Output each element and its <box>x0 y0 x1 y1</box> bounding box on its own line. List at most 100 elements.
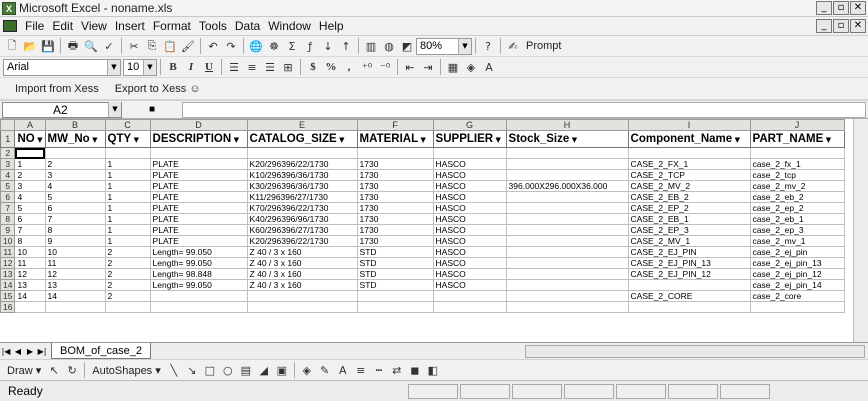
table-cell[interactable]: HASCO <box>432 279 507 291</box>
table-cell[interactable] <box>149 290 248 302</box>
help-icon[interactable]: ? <box>480 38 496 54</box>
table-cell[interactable]: STD <box>356 279 434 291</box>
table-cell[interactable]: CASE_2_EJ_PIN <box>627 246 751 258</box>
table-cell[interactable]: case_2_ej_pin_12 <box>749 268 845 280</box>
row-header[interactable]: 2 <box>0 147 16 159</box>
row-header[interactable]: 6 <box>0 191 16 203</box>
zoom-select[interactable]: 80% ▼ <box>416 37 472 55</box>
table-cell[interactable]: K40/296396/96/1730 <box>246 213 358 225</box>
table-cell[interactable]: CASE_2_EB_1 <box>627 213 751 225</box>
comma-button[interactable]: , <box>341 59 357 75</box>
arrow-icon[interactable]: ↘ <box>184 362 200 378</box>
table-cell[interactable] <box>749 301 845 313</box>
table-cell[interactable]: Z 40 / 3 x 160 <box>246 268 358 280</box>
table-cell[interactable]: PLATE <box>149 224 248 236</box>
table-cell[interactable]: HASCO <box>432 246 507 258</box>
minimize-button[interactable]: _ <box>816 1 832 15</box>
table-cell[interactable] <box>505 213 629 225</box>
row-header[interactable]: 9 <box>0 224 16 236</box>
table-cell[interactable] <box>432 301 507 313</box>
table-cell[interactable]: 7 <box>14 224 46 236</box>
import-from-xess-button[interactable]: Import from Xess <box>11 83 103 95</box>
column-header[interactable]: F <box>356 119 434 131</box>
table-cell[interactable]: 2 <box>104 290 151 302</box>
export-to-xess-button[interactable]: Export to Xess ☺ <box>111 83 205 95</box>
field-header-cell[interactable]: Component_Name ▼ <box>627 130 751 148</box>
table-cell[interactable] <box>104 301 151 313</box>
decrease-indent-icon[interactable]: ⇤ <box>402 59 418 75</box>
decrease-decimal-icon[interactable]: ⁻⁰ <box>377 59 393 75</box>
table-cell[interactable]: 1 <box>104 158 151 170</box>
table-cell[interactable] <box>246 147 358 159</box>
column-header[interactable]: A <box>14 119 46 131</box>
table-cell[interactable]: K11/296396/27/1730 <box>246 191 358 203</box>
column-header[interactable]: G <box>432 119 507 131</box>
table-cell[interactable]: 9 <box>44 235 106 247</box>
autofilter-dropdown-icon[interactable]: ▼ <box>90 136 97 144</box>
undo-icon[interactable]: ↶ <box>205 38 221 54</box>
column-header[interactable]: D <box>149 119 248 131</box>
table-cell[interactable]: 1 <box>104 235 151 247</box>
autofilter-dropdown-icon[interactable]: ▼ <box>418 136 426 144</box>
table-cell[interactable]: HASCO <box>432 191 507 203</box>
table-cell[interactable]: 1 <box>104 191 151 203</box>
dash-style-icon[interactable]: ┅ <box>371 362 387 378</box>
align-center-icon[interactable]: ≡ <box>244 59 260 75</box>
table-cell[interactable]: 12 <box>44 268 106 280</box>
line-style-icon[interactable]: ≡ <box>353 362 369 378</box>
table-cell[interactable]: CASE_2_EP_3 <box>627 224 751 236</box>
table-cell[interactable] <box>104 147 151 159</box>
merge-center-icon[interactable]: ⊞ <box>280 59 296 75</box>
table-cell[interactable]: HASCO <box>432 169 507 181</box>
table-cell[interactable] <box>505 257 629 269</box>
font-color-icon[interactable]: A <box>481 59 497 75</box>
table-cell[interactable]: 1730 <box>356 213 434 225</box>
new-icon[interactable]: 🗋 <box>4 38 20 54</box>
select-all-corner[interactable] <box>0 119 16 131</box>
table-cell[interactable]: HASCO <box>432 235 507 247</box>
drawing-icon[interactable]: ◩ <box>399 38 415 54</box>
web-icon[interactable]: ☸ <box>266 38 282 54</box>
function-icon[interactable]: ƒ <box>302 38 318 54</box>
row-header[interactable]: 13 <box>0 268 16 280</box>
row-header[interactable]: 4 <box>0 169 16 181</box>
table-cell[interactable]: 1 <box>104 169 151 181</box>
table-cell[interactable]: 11 <box>44 257 106 269</box>
field-header-cell[interactable]: CATALOG_SIZE ▼ <box>246 130 358 148</box>
table-cell[interactable]: 1730 <box>356 191 434 203</box>
font-color-icon[interactable]: A <box>335 362 351 378</box>
table-cell[interactable] <box>505 191 629 203</box>
doc-minimize-button[interactable]: _ <box>816 19 832 33</box>
autofilter-dropdown-icon[interactable]: ▼ <box>823 136 831 144</box>
table-cell[interactable]: case_2_ej_pin <box>749 246 845 258</box>
table-cell[interactable]: case_2_mv_2 <box>749 180 845 192</box>
table-cell[interactable]: 2 <box>44 158 106 170</box>
arrow-style-icon[interactable]: ⇄ <box>389 362 405 378</box>
table-cell[interactable]: CASE_2_FX_1 <box>627 158 751 170</box>
table-cell[interactable] <box>505 301 629 313</box>
table-cell[interactable]: Length= 99.050 <box>149 257 248 269</box>
table-cell[interactable]: case_2_eb_2 <box>749 191 845 203</box>
field-header-cell[interactable]: QTY ▼ <box>104 130 151 148</box>
table-cell[interactable]: Length= 99.050 <box>149 279 248 291</box>
save-icon[interactable]: 💾 <box>40 38 56 54</box>
row-header[interactable]: 8 <box>0 213 16 225</box>
table-cell[interactable]: 1 <box>104 224 151 236</box>
table-cell[interactable]: 3 <box>14 180 46 192</box>
row-header[interactable]: 10 <box>0 235 16 247</box>
menu-window[interactable]: Window <box>264 19 315 33</box>
menu-insert[interactable]: Insert <box>111 19 149 33</box>
table-cell[interactable] <box>505 202 629 214</box>
table-cell[interactable]: 7 <box>44 213 106 225</box>
table-cell[interactable] <box>44 147 106 159</box>
table-cell[interactable] <box>505 290 629 302</box>
autoshapes-menu-button[interactable]: AutoShapes ▾ <box>88 364 165 377</box>
first-sheet-icon[interactable]: |◀ <box>0 347 12 356</box>
row-header[interactable]: 15 <box>0 290 16 302</box>
table-cell[interactable]: case_2_core <box>749 290 845 302</box>
table-cell[interactable]: PLATE <box>149 158 248 170</box>
vertical-scrollbar[interactable] <box>853 119 868 342</box>
font-size-select[interactable]: 10 ▼ <box>123 58 157 76</box>
table-cell[interactable]: HASCO <box>432 158 507 170</box>
table-cell[interactable]: 1 <box>104 180 151 192</box>
